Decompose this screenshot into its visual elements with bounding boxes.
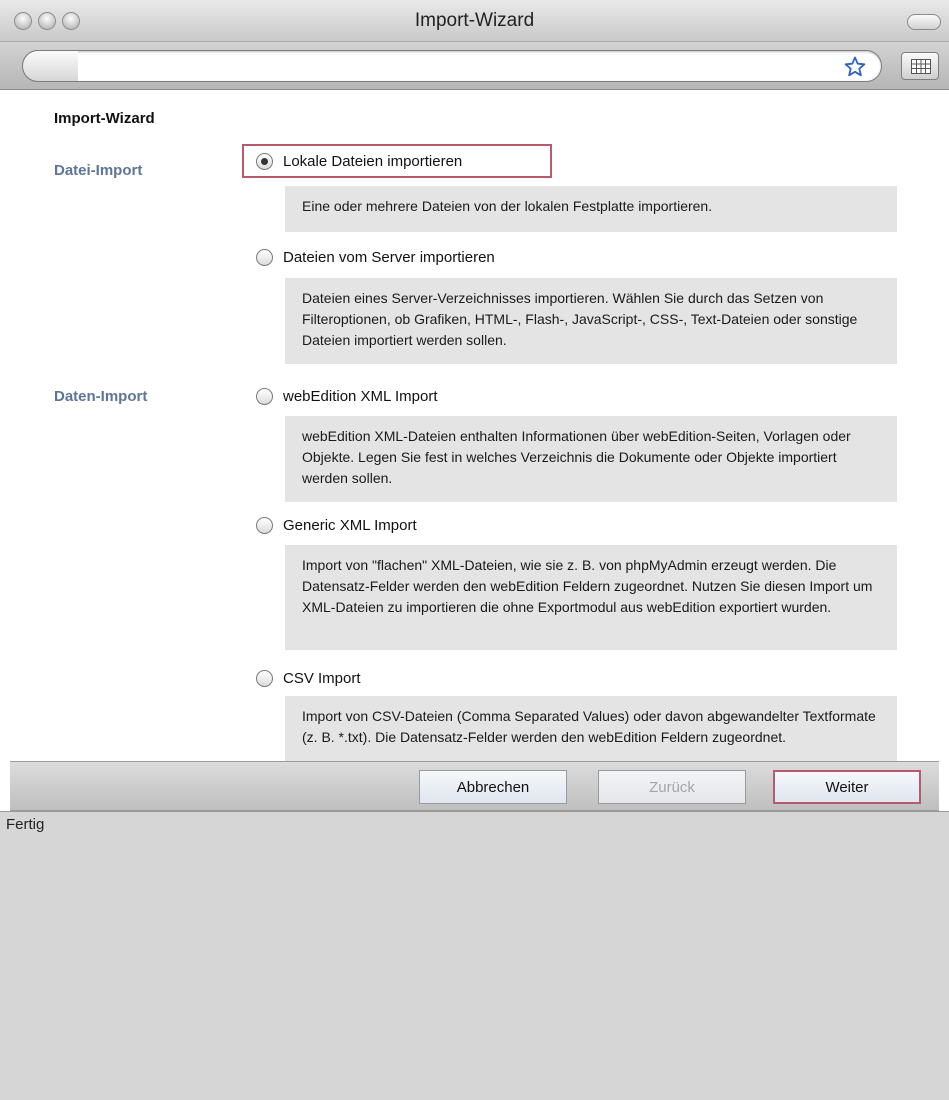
option-label: Lokale Dateien importieren <box>283 152 463 170</box>
option-description: Dateien eines Server-Verzeichnisses impo… <box>285 278 897 364</box>
option-server-files[interactable]: Dateien vom Server importieren <box>244 240 495 274</box>
toolbar-toggle-button[interactable] <box>907 14 941 30</box>
address-bar[interactable] <box>22 50 882 82</box>
option-webedition-xml[interactable]: webEdition XML Import <box>244 379 438 413</box>
option-label: Dateien vom Server importieren <box>283 248 495 266</box>
option-label: CSV Import <box>283 669 361 687</box>
option-generic-xml[interactable]: Generic XML Import <box>244 508 417 542</box>
wizard-button-bar: Abbrechen Zurück Weiter <box>10 761 939 811</box>
option-label: Generic XML Import <box>283 516 417 534</box>
radio-webedition-xml[interactable] <box>256 387 273 405</box>
option-local-files[interactable]: Lokale Dateien importieren <box>242 144 552 178</box>
radio-server-files[interactable] <box>256 248 273 266</box>
option-description: webEdition XML-Dateien enthalten Informa… <box>285 416 897 502</box>
window-titlebar: Import-Wizard <box>0 0 949 42</box>
cancel-button[interactable]: Abbrechen <box>419 770 567 804</box>
radio-generic-xml[interactable] <box>256 516 273 534</box>
back-button[interactable]: Zurück <box>598 770 746 804</box>
option-csv[interactable]: CSV Import <box>244 661 361 695</box>
status-text: Fertig <box>6 816 45 833</box>
bookmark-star-icon[interactable] <box>843 55 867 79</box>
window-title: Import-Wizard <box>414 10 535 31</box>
toolbar <box>0 42 949 90</box>
address-bar-cap <box>22 50 78 82</box>
option-label: webEdition XML Import <box>283 387 438 405</box>
page-title: Import-Wizard <box>54 110 155 127</box>
radio-local-files[interactable] <box>256 152 273 170</box>
option-description: Import von "flachen" XML-Dateien, wie si… <box>285 545 897 650</box>
grid-view-button[interactable] <box>901 52 939 80</box>
section-label-daten-import: Daten-Import <box>54 388 148 405</box>
wizard-content: Import-Wizard Datei-Import Daten-Import … <box>0 90 949 790</box>
section-label-datei-import: Datei-Import <box>54 162 143 179</box>
status-bar: Fertig <box>0 811 949 1100</box>
next-button[interactable]: Weiter <box>773 770 921 804</box>
address-input[interactable] <box>79 55 839 77</box>
grid-view-icon <box>911 59 931 74</box>
option-description: Eine oder mehrere Dateien von der lokale… <box>285 186 897 232</box>
radio-csv[interactable] <box>256 669 273 687</box>
